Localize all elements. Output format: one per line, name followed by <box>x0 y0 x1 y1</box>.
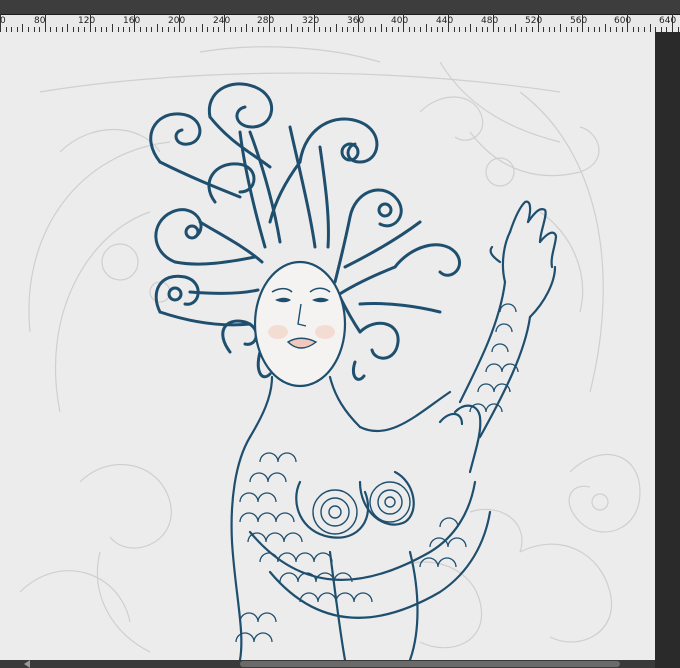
ruler-label: 640 <box>659 16 677 26</box>
scrollbar-thumb[interactable] <box>240 661 620 667</box>
scroll-left-arrow-icon[interactable] <box>24 660 30 668</box>
ruler-label: 160 <box>123 16 141 26</box>
ruler-label: 480 <box>481 16 499 26</box>
ruler-label: 520 <box>525 16 543 26</box>
ruler-label: 120 <box>78 16 96 26</box>
ruler-label: 560 <box>570 16 588 26</box>
raised-arm <box>458 200 558 439</box>
body-scales <box>235 452 467 643</box>
arm-scales <box>469 303 519 413</box>
face <box>253 260 347 388</box>
ruler-label: 200 <box>168 16 186 26</box>
ruler-label: 440 <box>436 16 454 26</box>
pasteboard-area <box>655 32 680 668</box>
top-ruler[interactable]: 0 80 120 160 200 240 280 320 360 400 440… <box>0 0 680 32</box>
ruler-label: 0 <box>0 16 6 26</box>
horizontal-scrollbar[interactable] <box>0 660 655 668</box>
mermaid-line-art <box>19 46 641 660</box>
body-outline <box>230 375 452 660</box>
ruler-label: 320 <box>302 16 320 26</box>
ruler-label: 360 <box>347 16 365 26</box>
ruler-label: 280 <box>257 16 275 26</box>
document-canvas[interactable] <box>0 32 655 660</box>
ruler-label: 600 <box>614 16 632 26</box>
ruler-label: 240 <box>213 16 231 26</box>
ruler-label: 80 <box>34 16 46 26</box>
ruler-label: 400 <box>391 16 409 26</box>
image-editor-window: 0 80 120 160 200 240 280 320 360 400 440… <box>0 0 680 668</box>
